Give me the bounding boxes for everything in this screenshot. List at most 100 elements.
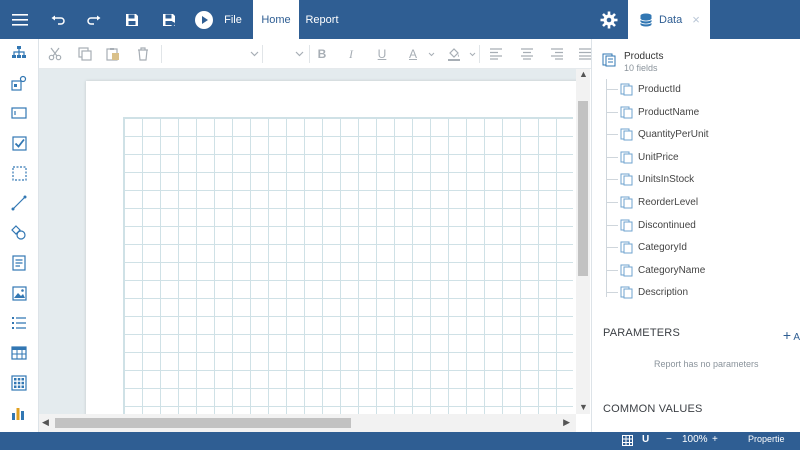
field-label: ProductName [638,106,700,118]
zoom-level[interactable]: 100% [682,434,708,445]
checkbox-icon[interactable] [9,133,29,153]
fill-color-bucket-icon[interactable] [444,44,464,64]
hamburger-menu-icon[interactable] [8,0,32,39]
font-family-dropdown-chevron-icon[interactable] [244,44,264,64]
field-item[interactable]: CategoryName [620,262,705,278]
field-item[interactable]: ReorderLevel [620,194,698,210]
grid-toggle-icon[interactable] [622,435,633,446]
font-color-chevron-icon[interactable] [421,44,441,64]
dataset-field-count: 10 fields [624,63,658,73]
file-menu-button[interactable]: File [221,0,245,39]
dataset-node[interactable]: Products 10 fields [602,51,663,73]
field-item[interactable]: ProductName [620,104,699,120]
scroll-up-arrow-icon[interactable]: ▲ [579,69,588,79]
group-shapes-icon[interactable] [9,73,29,93]
report-page[interactable] [86,81,576,414]
vertical-scrollbar[interactable]: ▲ ▼ [576,69,590,414]
add-parameter-button[interactable]: + A [783,327,800,343]
close-icon[interactable]: × [692,12,700,27]
tab-report-label: Report [305,13,339,26]
tablix-icon[interactable] [9,373,29,393]
align-right-icon[interactable] [547,44,567,64]
field-item[interactable]: ProductId [620,81,681,97]
tab-home[interactable]: Home [253,0,299,39]
field-icon [620,151,634,164]
image-icon[interactable] [9,283,29,303]
chart-icon[interactable] [9,403,29,423]
horizontal-scroll-thumb[interactable] [55,418,351,428]
scroll-down-arrow-icon[interactable]: ▼ [579,402,588,412]
field-icon [620,128,634,141]
field-label: Discontinued [638,219,696,231]
save-as-icon[interactable] [159,0,179,39]
delete-icon[interactable] [133,44,153,64]
font-size-dropdown-chevron-icon[interactable] [289,44,309,64]
undo-icon[interactable] [48,0,68,39]
tree-connector-tick [606,179,618,180]
underline-button[interactable]: U [372,44,392,64]
cut-icon[interactable] [45,44,65,64]
tab-data-label: Data [659,13,683,26]
align-left-icon[interactable] [486,44,506,64]
field-item[interactable]: Discontinued [620,217,696,233]
field-item[interactable]: CategoryId [620,239,687,255]
report-body-grid[interactable] [123,117,573,414]
add-parameter-label: A [793,332,800,343]
field-icon [620,264,634,277]
field-icon [620,83,634,96]
tab-home-label: Home [261,13,291,26]
italic-button[interactable]: I [341,44,361,64]
richtext-icon[interactable] [9,253,29,273]
table-icon[interactable] [9,343,29,363]
dataset-name: Products [624,51,664,62]
shape-icon[interactable] [9,223,29,243]
zoom-in-button[interactable]: + [712,434,718,445]
bold-button[interactable]: B [312,44,332,64]
copy-icon[interactable] [75,44,95,64]
settings-gear-icon[interactable] [598,0,620,39]
parameters-section-title: PARAMETERS [603,327,680,339]
field-item[interactable]: UnitPrice [620,149,679,165]
file-menu-label: File [224,13,242,26]
save-icon[interactable] [122,0,142,39]
textbox-icon[interactable] [9,103,29,123]
align-center-icon[interactable] [517,44,537,64]
database-icon [640,13,652,27]
font-color-button[interactable]: A [403,44,423,64]
zoom-out-button[interactable]: − [666,434,672,445]
field-label: ReorderLevel [638,196,699,208]
tree-connector-tick [606,225,618,226]
horizontal-scrollbar[interactable]: ◀ ▶ [39,414,576,432]
field-icon [620,241,634,254]
preview-play-icon[interactable] [193,0,215,39]
line-icon[interactable] [9,193,29,213]
rectangle-icon[interactable] [9,163,29,183]
hierarchy-icon[interactable] [9,43,29,63]
tree-connector-tick [606,270,618,271]
scroll-right-arrow-icon[interactable]: ▶ [563,417,570,428]
field-label: CategoryId [638,241,687,253]
field-label: QuantityPerUnit [638,128,709,140]
field-item[interactable]: Description [620,284,688,300]
tree-connector-tick [606,247,618,248]
field-item[interactable]: UnitsInStock [620,171,694,187]
field-label: UnitsInStock [638,173,695,185]
scroll-left-arrow-icon[interactable]: ◀ [42,417,49,428]
redo-icon[interactable] [84,0,104,39]
dataset-icon [602,53,616,73]
tab-report[interactable]: Report [302,0,342,39]
list-icon[interactable] [9,313,29,333]
paste-icon[interactable] [103,44,123,64]
design-surface [39,69,576,414]
snap-toggle-icon[interactable]: U [642,434,649,445]
format-toolbar: B I U A [39,39,592,69]
field-label: ProductId [638,83,681,95]
tab-data[interactable]: Data × [628,0,710,39]
vertical-scroll-thumb[interactable] [578,101,588,276]
field-label: UnitPrice [638,151,679,163]
tree-connector-tick [606,89,618,90]
field-icon [620,106,634,119]
field-icon [620,286,634,299]
field-item[interactable]: QuantityPerUnit [620,126,709,142]
properties-panel-toggle[interactable]: Propertie [748,434,785,444]
